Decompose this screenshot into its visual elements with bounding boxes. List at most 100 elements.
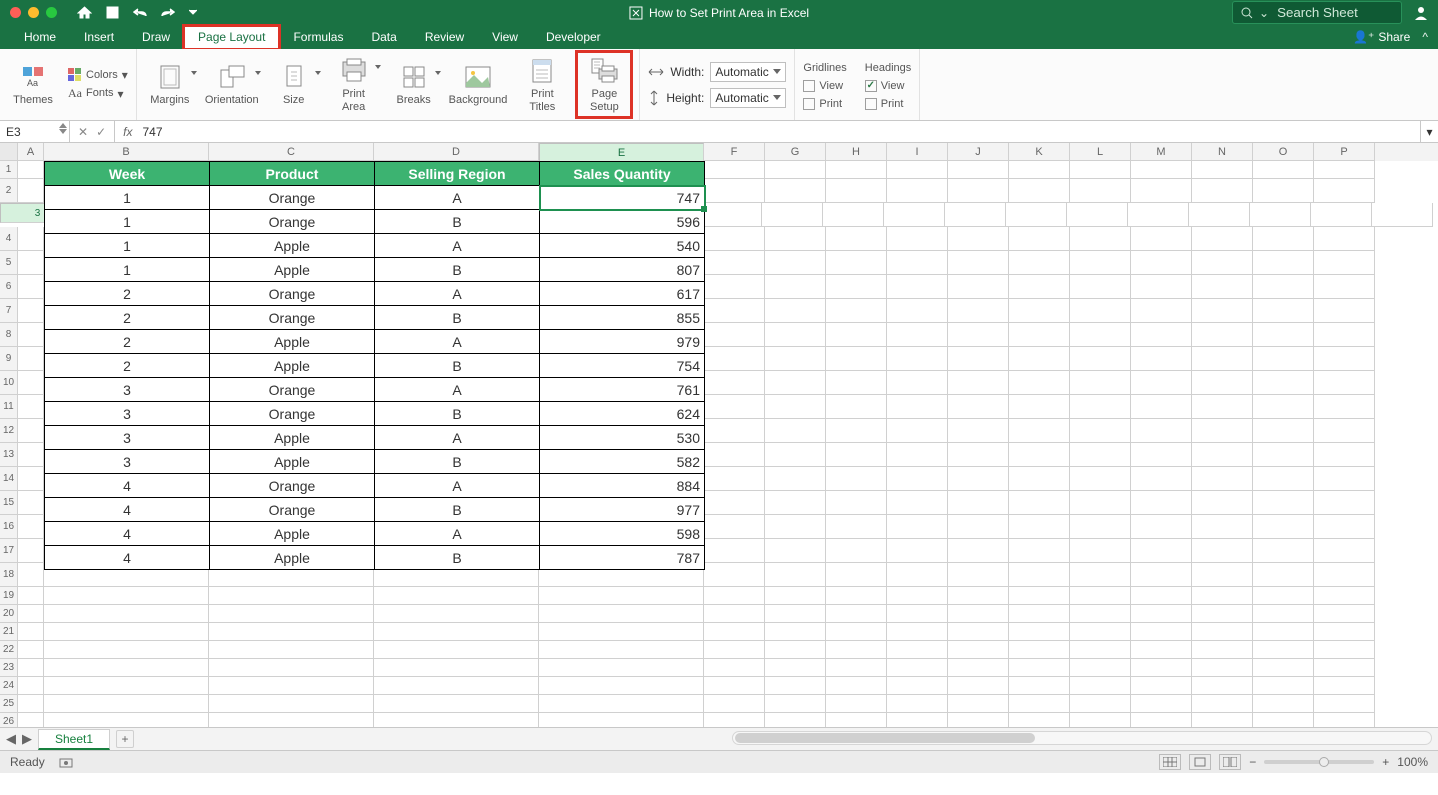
- add-sheet-button[interactable]: +: [116, 730, 134, 748]
- cell[interactable]: [1314, 275, 1375, 299]
- cell[interactable]: [826, 443, 887, 467]
- cell[interactable]: [1192, 491, 1253, 515]
- cell[interactable]: [1253, 275, 1314, 299]
- row-header-5[interactable]: 5: [0, 251, 18, 275]
- cell[interactable]: [1253, 299, 1314, 323]
- cell[interactable]: [44, 623, 209, 641]
- cell[interactable]: [18, 713, 44, 728]
- cell[interactable]: [1253, 515, 1314, 539]
- cell[interactable]: [1070, 515, 1131, 539]
- cell[interactable]: [1128, 203, 1189, 227]
- cell[interactable]: [704, 539, 765, 563]
- cell[interactable]: [704, 443, 765, 467]
- cell[interactable]: [374, 695, 539, 713]
- margins-button[interactable]: Margins: [145, 62, 195, 106]
- cell[interactable]: [826, 179, 887, 203]
- cell[interactable]: [1070, 563, 1131, 587]
- row-header-12[interactable]: 12: [0, 419, 18, 443]
- cell[interactable]: [765, 515, 826, 539]
- cell[interactable]: [1253, 227, 1314, 251]
- cell[interactable]: [887, 161, 948, 179]
- table-cell[interactable]: 2: [45, 306, 210, 330]
- page-layout-view-button[interactable]: [1189, 754, 1211, 770]
- column-header-C[interactable]: C: [209, 143, 374, 161]
- cell[interactable]: [1192, 623, 1253, 641]
- cell[interactable]: [948, 251, 1009, 275]
- cell[interactable]: [826, 347, 887, 371]
- cell[interactable]: [948, 275, 1009, 299]
- cell[interactable]: [765, 179, 826, 203]
- home-icon[interactable]: [77, 6, 92, 19]
- table-cell[interactable]: 2: [45, 354, 210, 378]
- cell[interactable]: [826, 275, 887, 299]
- cell[interactable]: [1131, 623, 1192, 641]
- cell[interactable]: [1253, 347, 1314, 371]
- cell[interactable]: [765, 161, 826, 179]
- table-cell[interactable]: Orange: [210, 402, 375, 426]
- cell[interactable]: [704, 713, 765, 728]
- cell[interactable]: [948, 539, 1009, 563]
- cell[interactable]: [1192, 713, 1253, 728]
- cell[interactable]: [1006, 203, 1067, 227]
- cell[interactable]: [44, 641, 209, 659]
- cell[interactable]: [44, 605, 209, 623]
- cell[interactable]: [887, 605, 948, 623]
- cell[interactable]: [1253, 419, 1314, 443]
- cell[interactable]: [1070, 677, 1131, 695]
- cell[interactable]: [1314, 299, 1375, 323]
- cell[interactable]: [18, 641, 44, 659]
- cell[interactable]: [945, 203, 1006, 227]
- row-header-1[interactable]: 1: [0, 161, 18, 179]
- cell[interactable]: [1131, 227, 1192, 251]
- cell[interactable]: [209, 605, 374, 623]
- cell[interactable]: [887, 443, 948, 467]
- cell[interactable]: [887, 677, 948, 695]
- cell[interactable]: [948, 443, 1009, 467]
- cell[interactable]: [209, 587, 374, 605]
- cell[interactable]: [1131, 587, 1192, 605]
- cell[interactable]: [704, 179, 765, 203]
- row-header-18[interactable]: 18: [0, 563, 18, 587]
- cell[interactable]: [539, 677, 704, 695]
- headings-print-checkbox[interactable]: Print: [865, 98, 911, 110]
- maximize-window-button[interactable]: [46, 7, 57, 18]
- enter-formula-button[interactable]: ✓: [96, 125, 106, 139]
- cell[interactable]: [44, 713, 209, 728]
- cell[interactable]: [948, 299, 1009, 323]
- normal-view-button[interactable]: [1159, 754, 1181, 770]
- cell[interactable]: [1192, 677, 1253, 695]
- cell[interactable]: [704, 695, 765, 713]
- cell[interactable]: [887, 659, 948, 677]
- cell[interactable]: [18, 695, 44, 713]
- cell[interactable]: [948, 605, 1009, 623]
- column-header-G[interactable]: G: [765, 143, 826, 161]
- page-setup-button[interactable]: PageSetup: [579, 56, 629, 112]
- cell[interactable]: [1070, 227, 1131, 251]
- cell[interactable]: [1372, 203, 1433, 227]
- cell[interactable]: [765, 539, 826, 563]
- cell[interactable]: [826, 467, 887, 491]
- cell[interactable]: [18, 227, 44, 251]
- column-header-A[interactable]: A: [18, 143, 44, 161]
- cell[interactable]: [1253, 179, 1314, 203]
- table-cell[interactable]: 617: [540, 282, 705, 306]
- cell[interactable]: [18, 299, 44, 323]
- cell[interactable]: [1192, 299, 1253, 323]
- cell[interactable]: [887, 251, 948, 275]
- cell[interactable]: [887, 371, 948, 395]
- minimize-window-button[interactable]: [28, 7, 39, 18]
- cell[interactable]: [18, 587, 44, 605]
- cell[interactable]: [826, 323, 887, 347]
- cell[interactable]: [948, 419, 1009, 443]
- column-header-D[interactable]: D: [374, 143, 539, 161]
- zoom-out-button[interactable]: −: [1249, 755, 1256, 769]
- table-cell[interactable]: 3: [45, 402, 210, 426]
- cell[interactable]: [704, 275, 765, 299]
- cell[interactable]: [1131, 677, 1192, 695]
- table-cell[interactable]: B: [375, 306, 540, 330]
- table-cell[interactable]: A: [375, 522, 540, 546]
- table-cell[interactable]: 855: [540, 306, 705, 330]
- cell[interactable]: [1314, 443, 1375, 467]
- cell[interactable]: [765, 443, 826, 467]
- cell[interactable]: [18, 251, 44, 275]
